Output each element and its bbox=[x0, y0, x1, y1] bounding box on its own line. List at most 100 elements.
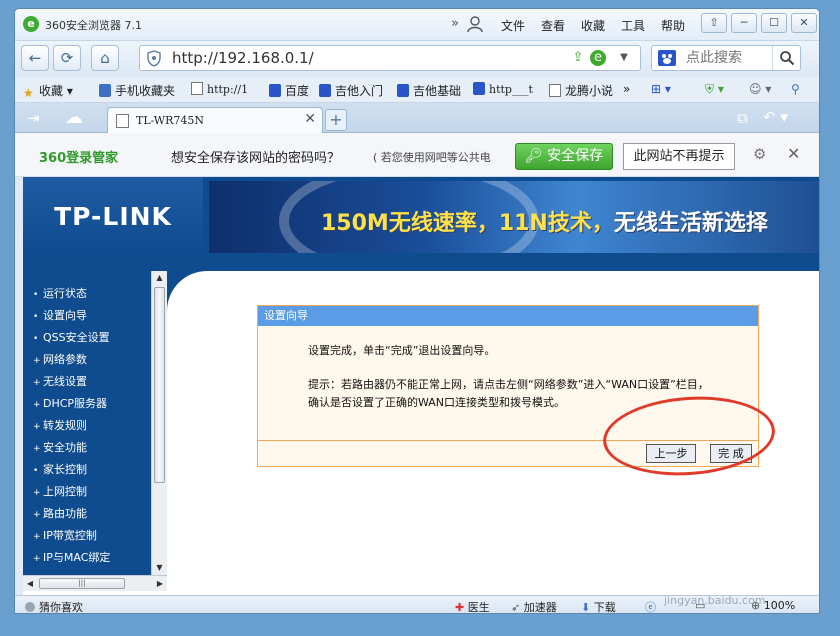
gear-icon[interactable]: ⚙ bbox=[753, 145, 766, 163]
banner-strip bbox=[23, 257, 819, 271]
menu-running-status[interactable]: • 运行状态 bbox=[33, 285, 110, 307]
close-window-button[interactable]: ✕ bbox=[791, 13, 817, 33]
undo-close-icon[interactable]: ↶ ▾ bbox=[763, 108, 788, 126]
menu-bandwidth[interactable]: + IP带宽控制 bbox=[33, 527, 110, 549]
menu-routing[interactable]: + 路由功能 bbox=[33, 505, 110, 527]
refresh-button[interactable]: ⟳ bbox=[53, 45, 81, 71]
user-icon[interactable] bbox=[467, 15, 483, 33]
page-icon bbox=[191, 82, 203, 95]
doctor-button[interactable]: ✚ 医生 bbox=[455, 599, 490, 614]
browser-logo-icon: e bbox=[23, 16, 39, 32]
shield-icon[interactable] bbox=[146, 50, 162, 67]
bookmark-http-t[interactable]: http___t bbox=[473, 82, 533, 96]
bookmark-favorites[interactable]: ★ 收藏 ▾ bbox=[23, 82, 73, 100]
magnifier-icon[interactable]: ⚲ bbox=[791, 82, 800, 96]
chevron-down-icon[interactable]: ▼ bbox=[616, 50, 632, 66]
home-button[interactable]: ⌂ bbox=[91, 45, 119, 71]
scroll-left-icon[interactable]: ◀ bbox=[23, 576, 37, 591]
bookmark-guitar-intro[interactable]: 吉他入门 bbox=[319, 82, 383, 99]
menu-qss[interactable]: • QSS安全设置 bbox=[33, 329, 110, 351]
menu-help[interactable]: 帮助 bbox=[653, 17, 693, 34]
menu-wireless[interactable]: + 无线设置 bbox=[33, 373, 110, 395]
scroll-thumb-horizontal[interactable]: ||| bbox=[39, 578, 125, 589]
baidu-icon bbox=[319, 84, 331, 97]
baidu-icon bbox=[269, 84, 281, 97]
menu-access-control[interactable]: + 上网控制 bbox=[33, 483, 110, 505]
bookmark-http1[interactable]: http://1 bbox=[191, 82, 248, 96]
close-icon[interactable]: ✕ bbox=[787, 144, 800, 163]
url-input[interactable] bbox=[172, 49, 552, 67]
search-engine-icon[interactable] bbox=[658, 50, 676, 66]
menu-favorites[interactable]: 收藏 bbox=[573, 17, 613, 34]
menu-security[interactable]: + 安全功能 bbox=[33, 439, 110, 461]
app-title: 360安全浏览器 7.1 bbox=[45, 19, 142, 32]
menu-bar: 文件 查看 收藏 工具 帮助 bbox=[493, 17, 693, 34]
save-password-question: 想安全保存该网站的密码吗？ bbox=[171, 151, 341, 166]
ie-status-icon[interactable]: ⓔ bbox=[645, 599, 656, 613]
menu-tools[interactable]: 工具 bbox=[613, 17, 653, 34]
menu-forwarding[interactable]: + 转发规则 bbox=[33, 417, 110, 439]
apps-icon[interactable]: ⊞ ▾ bbox=[651, 82, 671, 96]
scroll-thumb[interactable] bbox=[154, 287, 165, 483]
download-icon: ⬇ bbox=[581, 601, 594, 614]
sidebar-vertical-scrollbar[interactable]: ▲ ▼ bbox=[151, 271, 167, 575]
minimize-button[interactable]: ─ bbox=[731, 13, 757, 33]
never-for-site-button[interactable]: 此网站不再提示 bbox=[623, 143, 735, 170]
bookmarks-bar: ★ 收藏 ▾ 手机收藏夹 http://1 百度 吉他入门 吉他基础 http__… bbox=[15, 77, 819, 103]
accelerator-button[interactable]: ➶ 加速器 bbox=[511, 599, 557, 614]
baidu-icon bbox=[473, 82, 485, 95]
menu-view[interactable]: 查看 bbox=[533, 17, 573, 34]
tp-link-logo: TP-LINK bbox=[23, 177, 203, 257]
tab-close-button[interactable]: ✕ bbox=[304, 111, 316, 127]
menu-network[interactable]: + 网络参数 bbox=[33, 351, 110, 373]
main-frame: 设置向导 设置完成，单击“完成”退出设置向导。 提示：若路由器仍不能正常上网，请… bbox=[167, 271, 819, 595]
medical-cross-icon: ✚ bbox=[455, 601, 468, 614]
compat-mode-icon[interactable]: ⇪ bbox=[570, 50, 586, 66]
page-icon bbox=[549, 84, 561, 97]
phone-icon bbox=[99, 84, 111, 97]
main-frame-inner: 设置向导 设置完成，单击“完成”退出设置向导。 提示：若路由器仍不能正常上网，请… bbox=[167, 271, 819, 595]
scroll-right-icon[interactable]: ▶ bbox=[153, 576, 167, 591]
star-icon: ★ bbox=[23, 86, 34, 100]
maximize-button[interactable]: ☐ bbox=[761, 13, 787, 33]
scroll-down-icon[interactable]: ▼ bbox=[152, 561, 167, 575]
menu-setup-wizard[interactable]: • 设置向导 bbox=[33, 307, 110, 329]
key-icon: 🔑︎ bbox=[524, 148, 548, 164]
bookmarks-overflow-icon[interactable]: » bbox=[623, 82, 630, 96]
search-input[interactable] bbox=[686, 50, 766, 66]
search-box bbox=[651, 45, 801, 71]
menu-dhcp[interactable]: + DHCP服务器 bbox=[33, 395, 110, 417]
ie-core-icon[interactable]: e bbox=[590, 50, 606, 66]
baidu-watermark-url: jingyan.baidu.com bbox=[664, 594, 766, 607]
menu-file[interactable]: 文件 bbox=[493, 17, 533, 34]
save-password-button[interactable]: 🔑︎ 安全保存 bbox=[515, 143, 613, 170]
menu-ip-mac-binding[interactable]: + IP与MAC绑定 bbox=[33, 549, 110, 571]
baidu-icon bbox=[397, 84, 409, 97]
menu-parental-control[interactable]: • 家长控制 bbox=[33, 461, 110, 483]
screenshot-icon[interactable]: ☺ ▾ bbox=[749, 82, 771, 96]
cloud-icon[interactable]: ☁ bbox=[65, 107, 83, 128]
sidebar-toggle-icon[interactable]: ⇥ bbox=[27, 109, 40, 127]
sidebar-horizontal-scrollbar[interactable]: ◀ ||| ▶ bbox=[23, 575, 167, 591]
page-icon bbox=[116, 114, 129, 128]
search-button[interactable] bbox=[772, 46, 800, 70]
guess-you-like[interactable]: 猜你喜欢 bbox=[25, 599, 83, 613]
skin-button[interactable]: ⇧ bbox=[701, 13, 727, 33]
login-manager-logo: 360登录管家 bbox=[39, 151, 119, 166]
chevron-right-icon[interactable]: » bbox=[451, 16, 459, 31]
scroll-up-icon[interactable]: ▲ bbox=[152, 271, 167, 285]
router-banner: TP-LINK 150M无线速率，11N技术，无线生活新选择 bbox=[23, 177, 819, 257]
rocket-icon: ➶ bbox=[511, 601, 524, 614]
status-dot-icon bbox=[25, 602, 35, 612]
bookmark-guitar-basics[interactable]: 吉他基础 bbox=[397, 82, 461, 99]
security-icon[interactable]: ⛨ ▾ bbox=[705, 82, 724, 97]
tab-tl-wr745n[interactable]: TL-WR745N ✕ bbox=[107, 107, 323, 133]
back-button[interactable]: ← bbox=[21, 45, 49, 71]
bookmark-mobile[interactable]: 手机收藏夹 bbox=[99, 82, 175, 99]
bookmark-novel[interactable]: 龙腾小说 bbox=[549, 82, 613, 99]
restore-tabs-icon[interactable]: ⧉ bbox=[737, 109, 748, 127]
new-tab-button[interactable]: + bbox=[325, 109, 347, 131]
download-button[interactable]: ⬇ 下载 bbox=[581, 599, 616, 614]
browser-window: e 360安全浏览器 7.1 » 文件 查看 收藏 工具 帮助 ⇧ ─ ☐ ✕ … bbox=[14, 8, 820, 614]
bookmark-baidu[interactable]: 百度 bbox=[269, 82, 309, 99]
